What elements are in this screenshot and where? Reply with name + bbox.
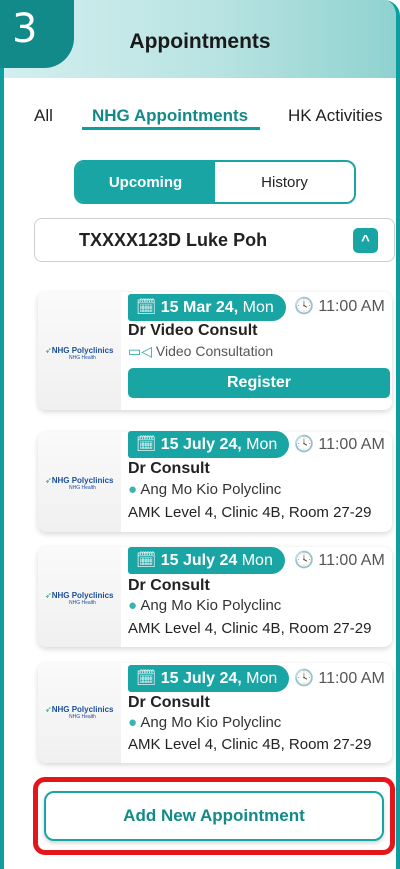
logo-sub: NHG Health xyxy=(69,600,96,606)
logo-brand: NHG Polyclinics xyxy=(51,705,114,714)
calendar-icon: 🗓 xyxy=(136,436,157,453)
appointment-date: 15 July 24, xyxy=(160,436,242,453)
doctor-name: Dr Consult xyxy=(128,577,210,594)
tab-all[interactable]: All xyxy=(34,106,53,126)
patient-selector[interactable]: TXXXX123D Luke Poh ^ xyxy=(34,218,395,262)
tab-nhg-appointments[interactable]: NHG Appointments xyxy=(92,106,248,126)
consult-type: ▭◁ Video Consultation xyxy=(128,343,273,360)
clinic-location: ● Ang Mo Kio Polyclinc xyxy=(128,597,281,614)
history-toggle[interactable]: History xyxy=(215,162,354,202)
time-text: 11:00 AM xyxy=(318,670,385,687)
appointment-time: 🕓 11:00 AM xyxy=(294,550,385,570)
location-pin-icon: ● xyxy=(128,597,138,614)
clock-icon: 🕓 xyxy=(294,436,314,453)
add-appointment-highlight: Add New Appointment xyxy=(33,777,395,855)
location-pin-icon: ● xyxy=(128,714,138,731)
appointment-time: 🕓 11:00 AM xyxy=(294,296,385,316)
clock-icon: 🕓 xyxy=(294,552,314,569)
date-badge: 🗓 15 July 24, Mon xyxy=(128,665,290,692)
logo-brand: NHG Polyclinics xyxy=(51,346,114,355)
active-tab-indicator xyxy=(82,127,260,130)
calendar-icon: 🗓 xyxy=(136,670,157,687)
appointment-card[interactable]: ➶NHG Polyclinics NHG Health 🗓 15 July 24… xyxy=(38,663,392,763)
date-badge: 🗓 15 July 24 Mon xyxy=(128,547,285,574)
doctor-name: Dr Video Consult xyxy=(128,322,258,339)
nhg-logo: ➶NHG Polyclinics NHG Health xyxy=(45,476,117,491)
date-badge: 🗓 15 July 24, Mon xyxy=(128,431,290,458)
location-pin-icon: ● xyxy=(128,481,138,498)
time-text: 11:00 AM xyxy=(318,436,385,453)
location-text: Ang Mo Kio Polyclinc xyxy=(140,597,282,614)
time-text: 11:00 AM xyxy=(318,552,385,569)
appointment-card[interactable]: ➶NHG Polyclinics NHG Health 🗓 15 July 24… xyxy=(38,431,392,532)
appointment-day: Mon xyxy=(246,670,278,687)
appointment-date: 15 Mar 24, xyxy=(160,299,239,316)
appointment-day: Mon xyxy=(242,299,274,316)
location-text: Ang Mo Kio Polyclinc xyxy=(140,714,282,731)
step-number: 3 xyxy=(12,6,38,52)
appointment-day: Mon xyxy=(241,552,273,569)
upcoming-toggle[interactable]: Upcoming xyxy=(76,162,215,202)
add-new-appointment-button[interactable]: Add New Appointment xyxy=(44,791,384,841)
clinic-logo-panel: ➶NHG Polyclinics NHG Health xyxy=(38,432,121,532)
calendar-icon: 🗓 xyxy=(136,299,157,316)
doctor-name: Dr Consult xyxy=(128,460,210,477)
consult-type-text: Video Consultation xyxy=(155,343,274,359)
appointment-date: 15 July 24 xyxy=(160,552,238,569)
doctor-name: Dr Consult xyxy=(128,694,210,711)
date-badge: 🗓 15 Mar 24, Mon xyxy=(128,294,286,321)
tab-hk-activities[interactable]: HK Activities xyxy=(288,106,382,126)
clock-icon: 🕓 xyxy=(294,298,314,315)
time-text: 11:00 AM xyxy=(318,298,385,315)
clinic-address: AMK Level 4, Clinic 4B, Room 27-29 xyxy=(128,736,372,753)
calendar-icon: 🗓 xyxy=(136,552,157,569)
appointment-period-toggle: Upcoming History xyxy=(74,160,356,204)
app-frame: ← Appointments All NHG Appointments HK A… xyxy=(0,0,400,869)
appointment-date: 15 July 24, xyxy=(160,670,242,687)
clinic-address: AMK Level 4, Clinic 4B, Room 27-29 xyxy=(128,620,372,637)
clock-icon: 🕓 xyxy=(294,670,314,687)
logo-sub: NHG Health xyxy=(69,485,96,491)
logo-sub: NHG Health xyxy=(69,355,96,361)
clinic-logo-panel: ➶NHG Polyclinics NHG Health xyxy=(38,292,121,410)
register-button[interactable]: Register xyxy=(128,368,390,398)
logo-brand: NHG Polyclinics xyxy=(51,476,114,485)
clinic-location: ● Ang Mo Kio Polyclinc xyxy=(128,481,281,498)
video-camera-icon: ▭◁ xyxy=(128,343,152,359)
appointment-day: Mon xyxy=(246,436,278,453)
step-badge: 3 xyxy=(0,0,74,68)
appointment-card[interactable]: ➶NHG Polyclinics NHG Health 🗓 15 July 24… xyxy=(38,547,392,647)
logo-brand: NHG Polyclinics xyxy=(51,591,114,600)
clinic-logo-panel: ➶NHG Polyclinics NHG Health xyxy=(38,547,121,647)
clinic-address: AMK Level 4, Clinic 4B, Room 27-29 xyxy=(128,504,372,521)
clinic-location: ● Ang Mo Kio Polyclinc xyxy=(128,714,281,731)
patient-name: TXXXX123D Luke Poh xyxy=(79,230,268,250)
appointment-time: 🕓 11:00 AM xyxy=(294,668,385,688)
nhg-logo: ➶NHG Polyclinics NHG Health xyxy=(45,591,117,606)
nhg-logo: ➶NHG Polyclinics NHG Health xyxy=(45,346,117,361)
clinic-logo-panel: ➶NHG Polyclinics NHG Health xyxy=(38,663,121,763)
location-text: Ang Mo Kio Polyclinc xyxy=(140,481,282,498)
appointment-time: 🕓 11:00 AM xyxy=(294,434,385,454)
nhg-logo: ➶NHG Polyclinics NHG Health xyxy=(45,705,117,720)
appointment-card[interactable]: ➶NHG Polyclinics NHG Health 🗓 15 Mar 24,… xyxy=(38,292,392,410)
logo-sub: NHG Health xyxy=(69,714,96,720)
chevron-up-icon[interactable]: ^ xyxy=(353,228,378,253)
